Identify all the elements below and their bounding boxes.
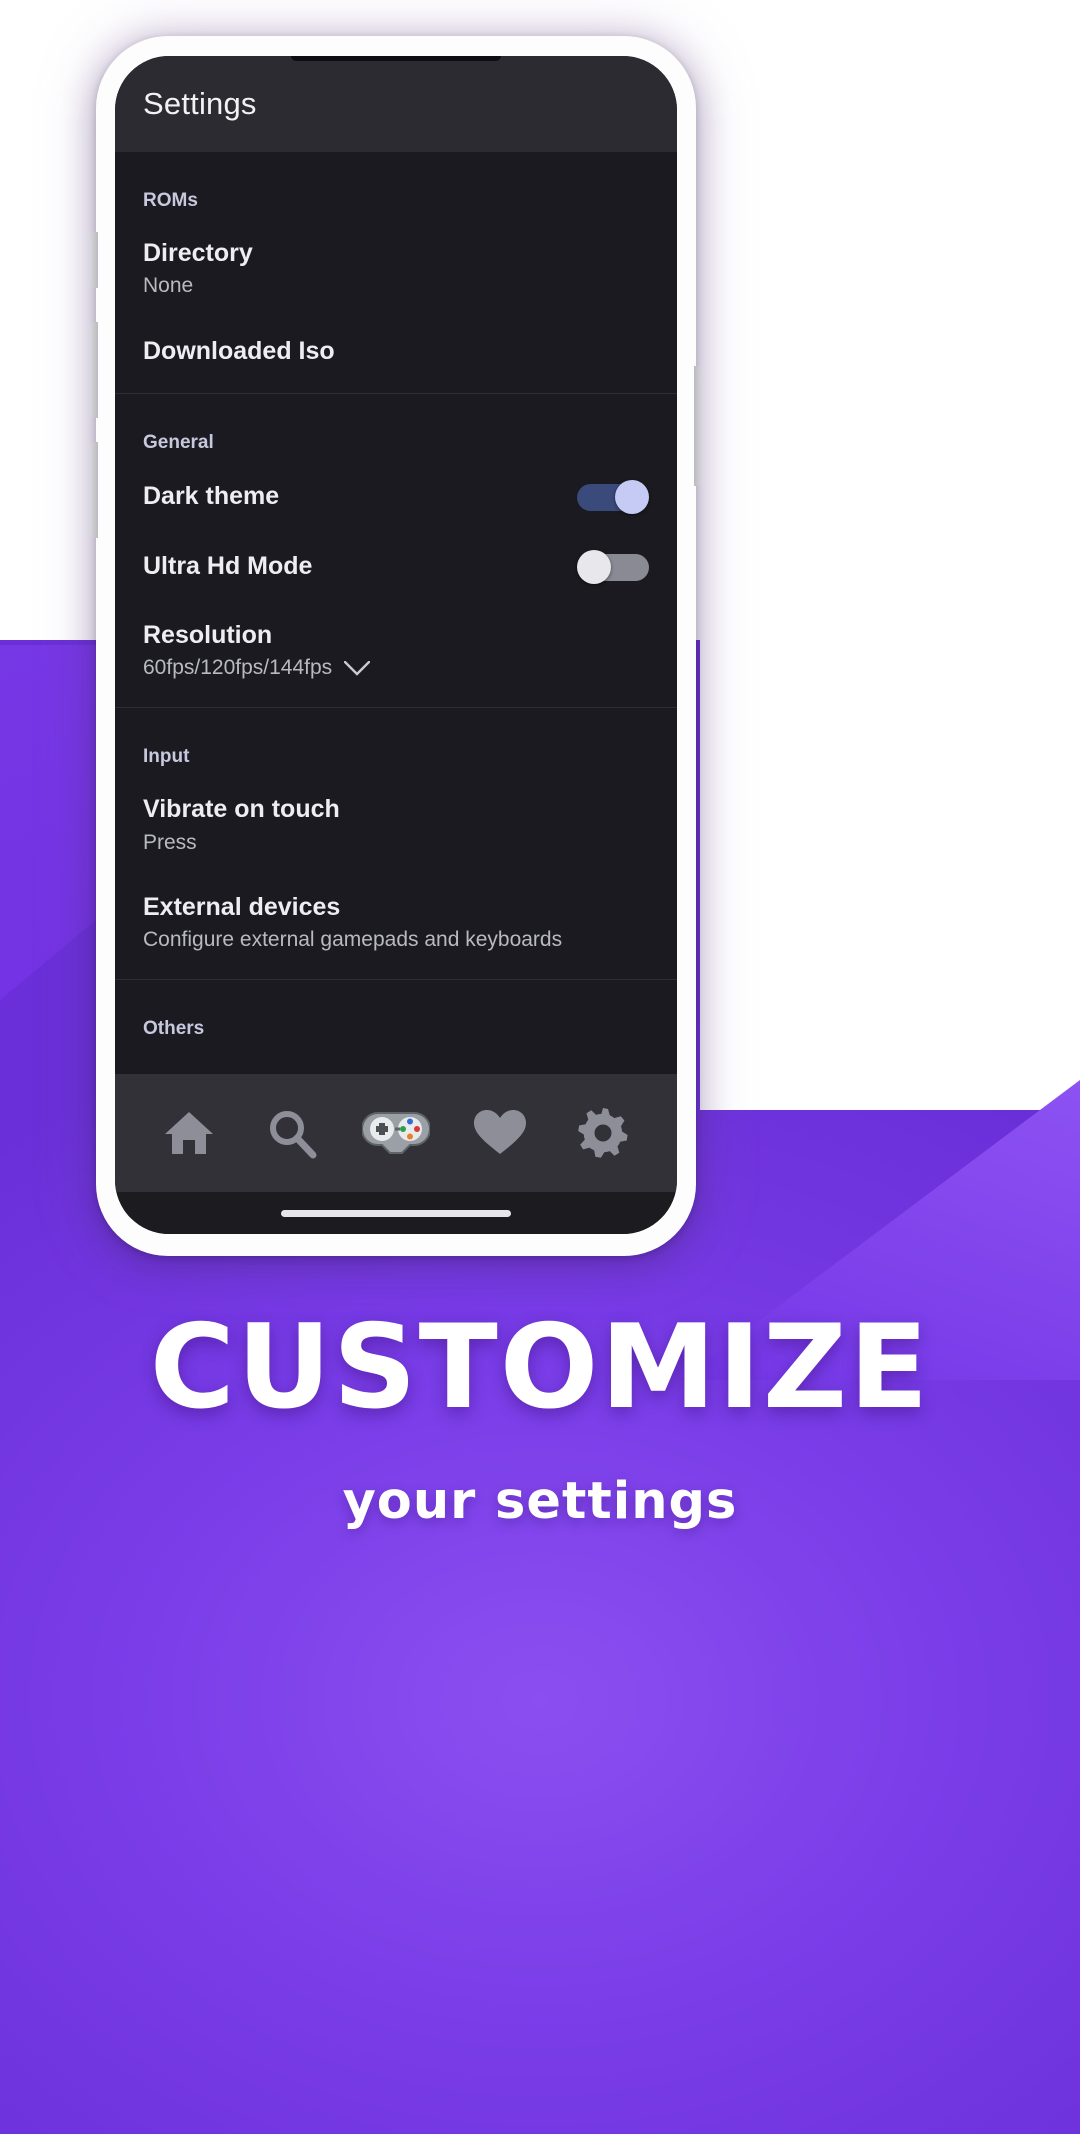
section-header-others: Others [143,1018,205,1040]
heart-icon [472,1108,528,1158]
section-others: Others [115,980,677,1056]
dark-theme-toggle[interactable] [577,479,649,514]
setting-title: Ultra Hd Mode [143,552,313,581]
nav-item-search[interactable] [255,1096,329,1170]
setting-row-external-devices[interactable]: External devices Configure external game… [115,872,677,970]
setting-row-directory[interactable]: Directory None [115,218,677,316]
app-header: Settings [115,56,677,152]
nav-item-settings[interactable] [566,1096,640,1170]
phone-button-mute [90,232,98,288]
phone-button-volume-up [90,322,98,418]
section-header-input: Input [143,746,190,768]
promo-subline: your settings [342,1472,738,1531]
setting-row-resolution[interactable]: Resolution 60fps/120fps/144fps [115,600,677,698]
ultra-hd-mode-toggle[interactable] [577,549,649,584]
setting-row-downloaded-iso[interactable]: Downloaded Iso [115,316,677,383]
nav-item-games[interactable] [359,1096,433,1170]
setting-title: Downloaded Iso [143,336,335,365]
setting-title: Directory [143,239,253,267]
setting-row-vibrate-on-touch[interactable]: Vibrate on touch Press [115,774,677,872]
toggle-knob [615,479,649,514]
home-gesture-bar[interactable] [281,1209,511,1217]
chevron-down-icon[interactable] [344,660,371,676]
section-roms: ROMs Directory None Downloaded Iso [115,152,677,394]
section-general: General Dark theme Ultra Hd Mode Resolut… [115,394,677,709]
section-header-general: General [143,431,214,453]
setting-title: Resolution [143,620,273,649]
setting-row-dark-theme[interactable]: Dark theme [115,460,677,530]
nav-item-home[interactable] [152,1096,226,1170]
gear-icon [576,1106,630,1160]
phone-button-volume-down [90,442,98,538]
setting-title: Vibrate on touch [143,795,340,824]
toggle-knob [577,549,611,584]
setting-title: External devices [143,892,341,921]
bottom-navigation [115,1074,677,1192]
settings-list: ROMs Directory None Downloaded Iso Gener… [115,152,677,1074]
page-title: Settings [143,86,257,121]
phone-notch [291,56,501,61]
promo-headline: Customize [149,1300,931,1435]
home-icon [162,1108,216,1158]
setting-row-ultra-hd-mode[interactable]: Ultra Hd Mode [115,530,677,600]
setting-subtitle: Press [143,830,197,854]
setting-title: Dark theme [143,482,280,511]
gesture-bar-area [115,1192,677,1234]
phone-mockup: Settings ROMs Directory None Downloaded … [90,36,702,1256]
section-header-roms: ROMs [143,190,198,211]
search-icon [266,1107,318,1159]
setting-subtitle: 60fps/120fps/144fps [143,656,333,679]
setting-subtitle: None [143,274,194,298]
promo-text: Customize your settings [0,1300,1080,1532]
section-input: Input Vibrate on touch Press External de… [115,708,677,981]
phone-button-power [694,366,702,486]
phone-screen: Settings ROMs Directory None Downloaded … [115,56,677,1234]
nav-item-favorites[interactable] [463,1096,537,1170]
gamepad-icon [361,1109,430,1157]
setting-subtitle: Configure external gamepads and keyboard… [143,928,563,951]
